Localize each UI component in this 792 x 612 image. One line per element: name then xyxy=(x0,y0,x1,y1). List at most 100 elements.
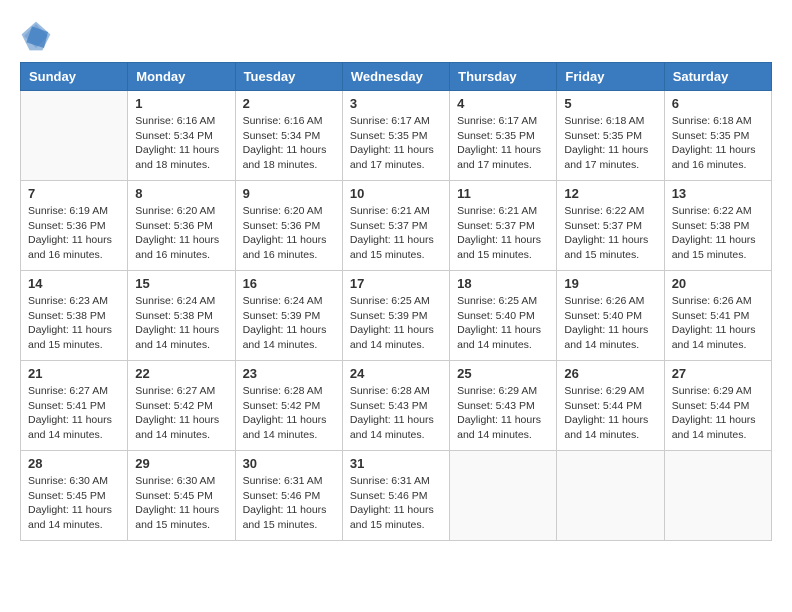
day-info: Sunrise: 6:22 AM Sunset: 5:38 PM Dayligh… xyxy=(672,204,764,263)
calendar-cell: 18 Sunrise: 6:25 AM Sunset: 5:40 PM Dayli… xyxy=(450,271,557,361)
day-info: Sunrise: 6:29 AM Sunset: 5:44 PM Dayligh… xyxy=(564,384,656,443)
day-number: 13 xyxy=(672,186,764,201)
day-number: 26 xyxy=(564,366,656,381)
calendar-cell: 24 Sunrise: 6:28 AM Sunset: 5:43 PM Dayli… xyxy=(342,361,449,451)
day-info: Sunrise: 6:30 AM Sunset: 5:45 PM Dayligh… xyxy=(135,474,227,533)
day-info: Sunrise: 6:17 AM Sunset: 5:35 PM Dayligh… xyxy=(350,114,442,173)
day-info: Sunrise: 6:30 AM Sunset: 5:45 PM Dayligh… xyxy=(28,474,120,533)
day-number: 27 xyxy=(672,366,764,381)
calendar-cell: 23 Sunrise: 6:28 AM Sunset: 5:42 PM Dayli… xyxy=(235,361,342,451)
day-info: Sunrise: 6:20 AM Sunset: 5:36 PM Dayligh… xyxy=(243,204,335,263)
day-info: Sunrise: 6:27 AM Sunset: 5:41 PM Dayligh… xyxy=(28,384,120,443)
calendar-header-friday: Friday xyxy=(557,63,664,91)
calendar-cell: 2 Sunrise: 6:16 AM Sunset: 5:34 PM Daylig… xyxy=(235,91,342,181)
day-info: Sunrise: 6:18 AM Sunset: 5:35 PM Dayligh… xyxy=(672,114,764,173)
calendar-header-thursday: Thursday xyxy=(450,63,557,91)
calendar-week-row: 14 Sunrise: 6:23 AM Sunset: 5:38 PM Dayli… xyxy=(21,271,772,361)
day-number: 15 xyxy=(135,276,227,291)
calendar-cell: 15 Sunrise: 6:24 AM Sunset: 5:38 PM Dayli… xyxy=(128,271,235,361)
day-info: Sunrise: 6:31 AM Sunset: 5:46 PM Dayligh… xyxy=(243,474,335,533)
day-number: 22 xyxy=(135,366,227,381)
day-info: Sunrise: 6:24 AM Sunset: 5:38 PM Dayligh… xyxy=(135,294,227,353)
calendar-cell xyxy=(21,91,128,181)
day-info: Sunrise: 6:20 AM Sunset: 5:36 PM Dayligh… xyxy=(135,204,227,263)
calendar-cell: 5 Sunrise: 6:18 AM Sunset: 5:35 PM Daylig… xyxy=(557,91,664,181)
day-number: 19 xyxy=(564,276,656,291)
day-number: 21 xyxy=(28,366,120,381)
day-info: Sunrise: 6:25 AM Sunset: 5:39 PM Dayligh… xyxy=(350,294,442,353)
day-info: Sunrise: 6:28 AM Sunset: 5:43 PM Dayligh… xyxy=(350,384,442,443)
day-info: Sunrise: 6:26 AM Sunset: 5:40 PM Dayligh… xyxy=(564,294,656,353)
day-number: 25 xyxy=(457,366,549,381)
logo-icon xyxy=(20,20,52,52)
calendar-cell xyxy=(450,451,557,541)
day-number: 1 xyxy=(135,96,227,111)
day-info: Sunrise: 6:21 AM Sunset: 5:37 PM Dayligh… xyxy=(457,204,549,263)
calendar-header-tuesday: Tuesday xyxy=(235,63,342,91)
calendar-cell: 19 Sunrise: 6:26 AM Sunset: 5:40 PM Dayli… xyxy=(557,271,664,361)
calendar-week-row: 21 Sunrise: 6:27 AM Sunset: 5:41 PM Dayli… xyxy=(21,361,772,451)
calendar-header-wednesday: Wednesday xyxy=(342,63,449,91)
page-header xyxy=(20,20,772,52)
day-number: 6 xyxy=(672,96,764,111)
calendar-cell: 13 Sunrise: 6:22 AM Sunset: 5:38 PM Dayli… xyxy=(664,181,771,271)
calendar-cell: 30 Sunrise: 6:31 AM Sunset: 5:46 PM Dayli… xyxy=(235,451,342,541)
calendar-header-saturday: Saturday xyxy=(664,63,771,91)
day-number: 14 xyxy=(28,276,120,291)
calendar-cell: 16 Sunrise: 6:24 AM Sunset: 5:39 PM Dayli… xyxy=(235,271,342,361)
day-number: 7 xyxy=(28,186,120,201)
day-info: Sunrise: 6:16 AM Sunset: 5:34 PM Dayligh… xyxy=(243,114,335,173)
calendar-cell: 25 Sunrise: 6:29 AM Sunset: 5:43 PM Dayli… xyxy=(450,361,557,451)
calendar-cell xyxy=(557,451,664,541)
day-info: Sunrise: 6:21 AM Sunset: 5:37 PM Dayligh… xyxy=(350,204,442,263)
day-number: 30 xyxy=(243,456,335,471)
day-number: 28 xyxy=(28,456,120,471)
day-number: 3 xyxy=(350,96,442,111)
day-info: Sunrise: 6:23 AM Sunset: 5:38 PM Dayligh… xyxy=(28,294,120,353)
calendar-cell: 12 Sunrise: 6:22 AM Sunset: 5:37 PM Dayli… xyxy=(557,181,664,271)
calendar-cell: 22 Sunrise: 6:27 AM Sunset: 5:42 PM Dayli… xyxy=(128,361,235,451)
day-number: 16 xyxy=(243,276,335,291)
day-info: Sunrise: 6:31 AM Sunset: 5:46 PM Dayligh… xyxy=(350,474,442,533)
calendar-cell: 28 Sunrise: 6:30 AM Sunset: 5:45 PM Dayli… xyxy=(21,451,128,541)
day-info: Sunrise: 6:26 AM Sunset: 5:41 PM Dayligh… xyxy=(672,294,764,353)
calendar-cell: 8Sunrise: 6:20 AM Sunset: 5:36 PM Daylig… xyxy=(128,181,235,271)
logo xyxy=(20,20,56,52)
day-info: Sunrise: 6:27 AM Sunset: 5:42 PM Dayligh… xyxy=(135,384,227,443)
day-info: Sunrise: 6:25 AM Sunset: 5:40 PM Dayligh… xyxy=(457,294,549,353)
calendar-cell xyxy=(664,451,771,541)
day-number: 18 xyxy=(457,276,549,291)
calendar-table: SundayMondayTuesdayWednesdayThursdayFrid… xyxy=(20,62,772,541)
day-info: Sunrise: 6:29 AM Sunset: 5:44 PM Dayligh… xyxy=(672,384,764,443)
day-info: Sunrise: 6:18 AM Sunset: 5:35 PM Dayligh… xyxy=(564,114,656,173)
day-info: Sunrise: 6:28 AM Sunset: 5:42 PM Dayligh… xyxy=(243,384,335,443)
day-number: 5 xyxy=(564,96,656,111)
calendar-week-row: 28 Sunrise: 6:30 AM Sunset: 5:45 PM Dayli… xyxy=(21,451,772,541)
calendar-week-row: 1 Sunrise: 6:16 AM Sunset: 5:34 PM Daylig… xyxy=(21,91,772,181)
day-number: 24 xyxy=(350,366,442,381)
calendar-header-row: SundayMondayTuesdayWednesdayThursdayFrid… xyxy=(21,63,772,91)
calendar-cell: 6 Sunrise: 6:18 AM Sunset: 5:35 PM Daylig… xyxy=(664,91,771,181)
calendar-cell: 3 Sunrise: 6:17 AM Sunset: 5:35 PM Daylig… xyxy=(342,91,449,181)
calendar-cell: 21 Sunrise: 6:27 AM Sunset: 5:41 PM Dayli… xyxy=(21,361,128,451)
calendar-cell: 11 Sunrise: 6:21 AM Sunset: 5:37 PM Dayli… xyxy=(450,181,557,271)
day-info: Sunrise: 6:19 AM Sunset: 5:36 PM Dayligh… xyxy=(28,204,120,263)
calendar-cell: 29 Sunrise: 6:30 AM Sunset: 5:45 PM Dayli… xyxy=(128,451,235,541)
day-info: Sunrise: 6:29 AM Sunset: 5:43 PM Dayligh… xyxy=(457,384,549,443)
day-info: Sunrise: 6:24 AM Sunset: 5:39 PM Dayligh… xyxy=(243,294,335,353)
calendar-header-monday: Monday xyxy=(128,63,235,91)
day-number: 31 xyxy=(350,456,442,471)
calendar-cell: 31 Sunrise: 6:31 AM Sunset: 5:46 PM Dayli… xyxy=(342,451,449,541)
day-number: 2 xyxy=(243,96,335,111)
calendar-cell: 20Sunrise: 6:26 AM Sunset: 5:41 PM Dayli… xyxy=(664,271,771,361)
day-number: 29 xyxy=(135,456,227,471)
day-number: 10 xyxy=(350,186,442,201)
calendar-cell: 26 Sunrise: 6:29 AM Sunset: 5:44 PM Dayli… xyxy=(557,361,664,451)
day-number: 11 xyxy=(457,186,549,201)
calendar-cell: 4Sunrise: 6:17 AM Sunset: 5:35 PM Daylig… xyxy=(450,91,557,181)
day-number: 12 xyxy=(564,186,656,201)
day-number: 23 xyxy=(243,366,335,381)
day-number: 17 xyxy=(350,276,442,291)
day-info: Sunrise: 6:22 AM Sunset: 5:37 PM Dayligh… xyxy=(564,204,656,263)
calendar-header-sunday: Sunday xyxy=(21,63,128,91)
